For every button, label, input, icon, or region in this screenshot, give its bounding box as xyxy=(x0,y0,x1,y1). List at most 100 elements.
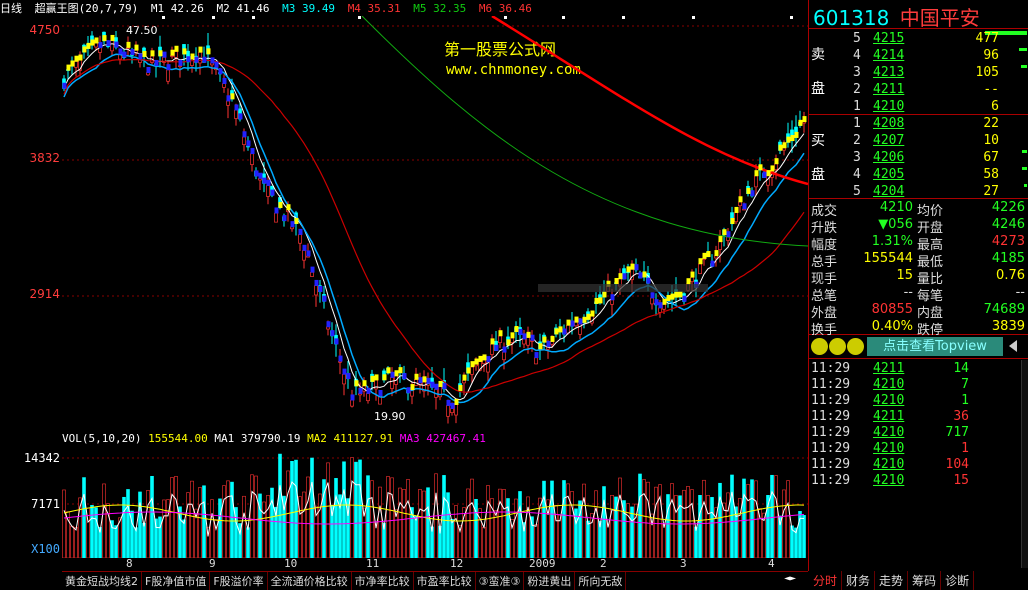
signal-block xyxy=(682,295,687,302)
signal-block xyxy=(250,148,255,155)
indicator-tab[interactable]: ③蛮准③ xyxy=(476,572,525,590)
signal-block xyxy=(62,82,67,89)
signal-block xyxy=(306,250,311,257)
signal-block xyxy=(722,229,727,236)
signal-block xyxy=(634,264,639,271)
volume-bar xyxy=(290,461,294,558)
candle-body xyxy=(366,393,370,402)
signal-block xyxy=(370,375,375,382)
indicator-tab[interactable]: 市净率比较 xyxy=(352,572,414,590)
bid-price[interactable]: 4204 xyxy=(873,184,904,199)
tab-caiwu[interactable]: 财务 xyxy=(842,571,876,590)
signal-block xyxy=(730,218,735,225)
volume-bar xyxy=(114,525,118,558)
bid-row[interactable]: 3 4206 67 xyxy=(809,150,1028,167)
volume-bar xyxy=(70,525,74,558)
volume-bar xyxy=(170,477,174,558)
circle-icon[interactable] xyxy=(829,338,846,355)
arrow-left-icon[interactable] xyxy=(1009,340,1017,352)
circle-icon[interactable] xyxy=(847,338,864,355)
ask-price[interactable]: 4215 xyxy=(873,31,904,46)
signal-block xyxy=(214,61,219,68)
circle-icon[interactable] xyxy=(811,338,828,355)
bid-price[interactable]: 4207 xyxy=(873,133,904,148)
bid-price[interactable]: 4205 xyxy=(873,167,904,182)
bid-row[interactable]: 5 4204 27 xyxy=(809,184,1028,201)
signal-block xyxy=(706,251,711,258)
stat-label: 跌停 xyxy=(917,323,944,338)
bid-row[interactable]: 2 4207 10 xyxy=(809,133,1028,150)
signal-block xyxy=(550,335,555,342)
bid-price[interactable]: 4206 xyxy=(873,150,904,165)
volume-bar xyxy=(146,490,150,558)
signal-block xyxy=(310,266,315,273)
level-number: 3 xyxy=(853,150,861,165)
signal-block xyxy=(466,367,471,374)
signal-block xyxy=(362,380,367,387)
volume-bar xyxy=(534,524,538,558)
ask-price[interactable]: 4211 xyxy=(873,82,904,97)
tab-fenshi[interactable]: 分时 xyxy=(809,571,843,590)
indicator-tab[interactable]: 粉进黄出 xyxy=(524,572,576,590)
ask-price[interactable]: 4214 xyxy=(873,48,904,63)
volume-bar xyxy=(210,499,214,558)
candle-body xyxy=(242,136,246,145)
volume-bar xyxy=(466,488,470,558)
indicator-tab[interactable]: F股净值市值 xyxy=(142,572,211,590)
signal-block xyxy=(506,339,511,346)
indicator-tab[interactable]: F股溢价率 xyxy=(210,572,268,590)
signal-block xyxy=(66,64,71,71)
level-number: 5 xyxy=(853,184,861,199)
indicator-tab[interactable]: 黄金短战均线2 xyxy=(62,572,142,590)
indicator-tab-bar: 黄金短战均线2 F股净值市值 F股溢价率 全流通价格比较 市净率比较 市盈率比较 ③蛮准③ 粉… xyxy=(62,571,808,590)
signal-block xyxy=(110,34,115,41)
volume-bar xyxy=(190,480,194,558)
tab-chouma[interactable]: 筹码 xyxy=(908,571,942,590)
ask-price[interactable]: 4210 xyxy=(873,99,904,114)
tab-zhenduan[interactable]: 诊断 xyxy=(941,571,975,590)
signal-block xyxy=(114,41,119,48)
candle-body xyxy=(226,100,230,106)
volume-bar xyxy=(354,461,358,558)
ask-row[interactable]: 2 4211 -- xyxy=(809,82,1028,99)
signal-block xyxy=(274,207,279,214)
tab-scroll-arrows[interactable]: ◄► xyxy=(784,573,796,584)
volume-bar xyxy=(498,488,502,558)
signal-block xyxy=(298,228,303,235)
ask-row[interactable]: 4 4214 96 xyxy=(809,48,1028,65)
chart-pane[interactable]: 日线 超赢王图(20,7,79) M1 42.26 M2 41.46 M3 39… xyxy=(0,0,809,571)
signal-block xyxy=(658,302,663,309)
signal-block xyxy=(498,330,503,337)
candlestick-chart[interactable] xyxy=(62,16,808,430)
ask-row[interactable]: 3 4213 105 xyxy=(809,65,1028,82)
tab-zoushi[interactable]: 走势 xyxy=(875,571,909,590)
volume-bar xyxy=(350,457,354,558)
candle-body xyxy=(522,338,526,345)
ask-row[interactable]: 5 4215 477 xyxy=(809,31,1028,48)
signal-block xyxy=(598,297,603,304)
volume-bar xyxy=(594,490,598,558)
volume-bar xyxy=(414,515,418,558)
indicator-tab[interactable]: 所向无敌 xyxy=(575,572,627,590)
signal-block xyxy=(746,187,751,194)
ask-price[interactable]: 4213 xyxy=(873,65,904,80)
stat-value: -- xyxy=(1015,285,1025,300)
indicator-tab[interactable]: 全流通价格比较 xyxy=(268,572,352,590)
signal-block xyxy=(366,387,371,394)
bid-price[interactable]: 4208 xyxy=(873,116,904,131)
volume-bar xyxy=(730,474,734,558)
period-label[interactable]: 日线 xyxy=(0,2,22,15)
bid-row[interactable]: 4 4205 58 xyxy=(809,167,1028,184)
volume-bar xyxy=(270,487,274,558)
volume-chart[interactable] xyxy=(62,446,808,558)
signal-block xyxy=(546,340,551,347)
indicator-tab[interactable]: 市盈率比较 xyxy=(414,572,476,590)
candle-body xyxy=(274,212,278,223)
bid-row[interactable]: 1 4208 22 xyxy=(809,116,1028,133)
candle-body xyxy=(94,42,98,48)
topview-button[interactable]: 点击查看Topview xyxy=(867,337,1003,356)
signal-block xyxy=(562,328,567,335)
ask-row[interactable]: 1 4210 6 xyxy=(809,99,1028,116)
signal-block xyxy=(382,374,387,381)
candle-body xyxy=(718,241,722,250)
